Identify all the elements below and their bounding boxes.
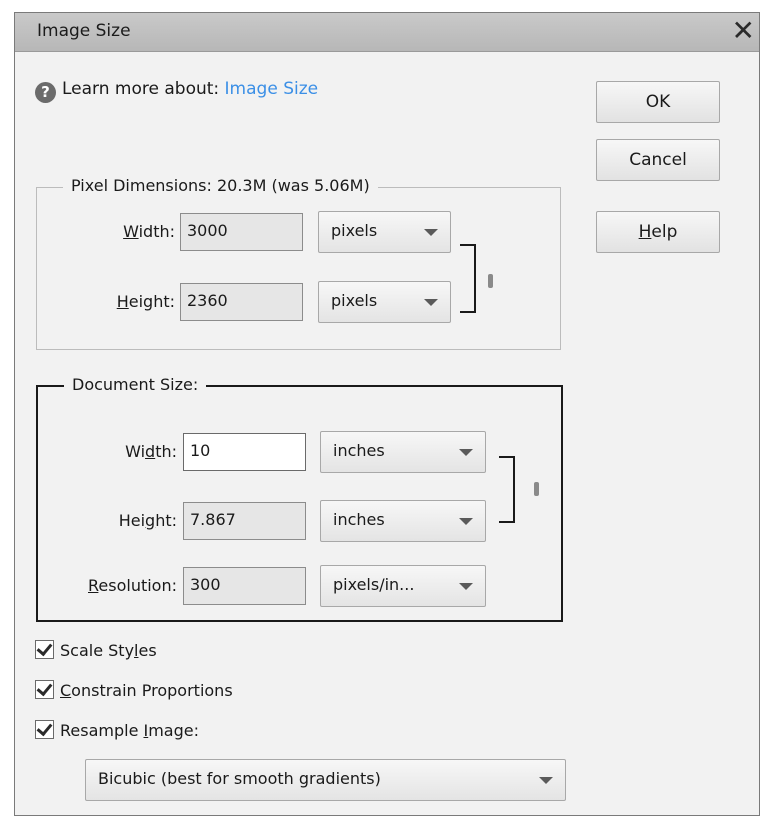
constrain-proportions-checkbox[interactable]	[35, 679, 54, 699]
image-size-dialog: Image Size ✕ ? Learn more about: Image Si…	[14, 12, 760, 816]
chevron-down-icon	[424, 299, 438, 306]
resolution-unit: pixels/in...	[333, 575, 415, 594]
doc-height-unit: inches	[333, 510, 385, 529]
pixel-dimensions-title: Pixel Dimensions: 20.3M (was 5.06M)	[63, 176, 378, 195]
help-circle-icon: ?	[35, 82, 56, 103]
help-label-rest: elp	[651, 222, 678, 242]
resolution-field[interactable]: 300	[183, 567, 306, 605]
learn-more-row: ? Learn more about: Image Size	[35, 79, 318, 103]
ok-button[interactable]: OK	[596, 81, 720, 123]
chevron-down-icon	[459, 449, 473, 456]
doc-width-field[interactable]: 10	[183, 433, 306, 471]
cancel-button[interactable]: Cancel	[596, 139, 720, 181]
title-bar: Image Size ✕	[15, 13, 759, 52]
pixel-width-label: Width:	[123, 222, 175, 241]
constrain-proportions-option[interactable]: Constrain Proportions	[35, 679, 233, 700]
pixel-dimensions-group: Pixel Dimensions: 20.3M (was 5.06M) Widt…	[36, 176, 561, 350]
chevron-down-icon	[539, 777, 553, 784]
chevron-down-icon	[459, 518, 473, 525]
doc-height-unit-dropdown[interactable]: inches	[320, 500, 486, 542]
doc-width-unit-dropdown[interactable]: inches	[320, 431, 486, 473]
checkmark-icon	[36, 719, 53, 737]
dialog-title: Image Size	[37, 21, 131, 41]
resample-method-value: Bicubic (best for smooth gradients)	[98, 769, 381, 788]
resolution-label: Resolution:	[88, 576, 177, 595]
pixel-width-field[interactable]: 3000	[180, 213, 303, 251]
pixel-width-unit-dropdown[interactable]: pixels	[318, 211, 451, 253]
image-size-help-link[interactable]: Image Size	[225, 79, 319, 99]
resample-image-checkbox[interactable]	[35, 719, 54, 739]
resample-method-dropdown[interactable]: Bicubic (best for smooth gradients)	[85, 759, 566, 801]
checkmark-icon	[36, 639, 53, 657]
chain-link-icon	[534, 482, 539, 496]
doc-width-label: Width:	[125, 442, 177, 461]
pixel-height-field[interactable]: 2360	[180, 283, 303, 321]
resample-image-option[interactable]: Resample Image:	[35, 719, 199, 740]
pixel-height-unit: pixels	[331, 291, 378, 310]
scale-styles-option[interactable]: Scale Styles	[35, 639, 157, 660]
doc-width-unit: inches	[333, 441, 385, 460]
help-button[interactable]: Help	[596, 211, 720, 253]
help-mnemonic: H	[638, 222, 652, 242]
pixel-constrain-bracket	[460, 244, 476, 313]
resolution-unit-dropdown[interactable]: pixels/in...	[320, 565, 486, 607]
pixel-height-label: Height:	[116, 292, 175, 311]
chevron-down-icon	[424, 229, 438, 236]
document-size-title: Document Size:	[64, 375, 207, 394]
close-icon[interactable]: ✕	[732, 15, 755, 47]
pixel-height-unit-dropdown[interactable]: pixels	[318, 281, 451, 323]
scale-styles-checkbox[interactable]	[35, 639, 54, 659]
doc-height-label: Height:	[118, 511, 177, 530]
pixel-width-unit: pixels	[331, 221, 378, 240]
doc-height-field[interactable]: 7.867	[183, 502, 306, 540]
chevron-down-icon	[459, 583, 473, 590]
doc-constrain-bracket	[499, 456, 515, 523]
checkmark-icon	[36, 679, 53, 697]
chain-link-icon	[488, 274, 493, 288]
document-size-group: Document Size: Width: 10 inches Height: …	[36, 375, 563, 622]
learn-more-prefix: Learn more about:	[62, 79, 220, 99]
